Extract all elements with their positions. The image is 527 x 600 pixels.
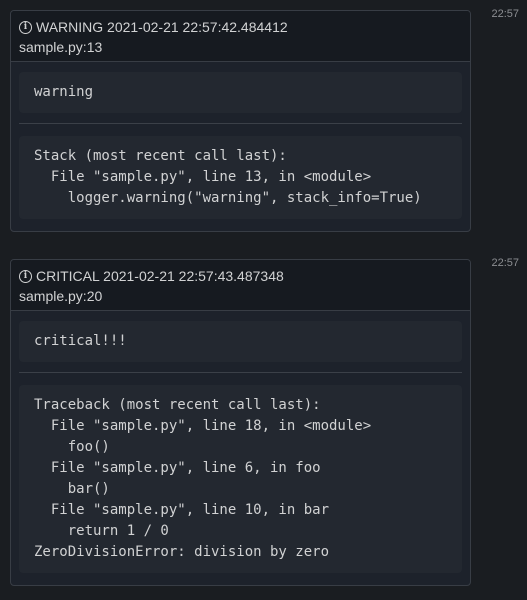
info-circle-icon: i <box>19 269 32 283</box>
stack-trace: Stack (most recent call last): File "sam… <box>19 136 462 219</box>
info-circle-icon: i <box>19 20 32 34</box>
message-timestamp: 22:57 <box>491 257 519 269</box>
divider <box>19 123 462 124</box>
log-level-title: CRITICAL 2021-02-21 22:57:43.487348 <box>36 268 284 284</box>
log-card-body: warning Stack (most recent call last): F… <box>11 62 470 231</box>
log-message: i CRITICAL 2021-02-21 22:57:43.487348 sa… <box>10 259 471 586</box>
log-card: i CRITICAL 2021-02-21 22:57:43.487348 sa… <box>10 259 471 586</box>
traceback: Traceback (most recent call last): File … <box>19 385 462 573</box>
log-source-location: sample.py:13 <box>19 39 103 55</box>
log-card-header: i CRITICAL 2021-02-21 22:57:43.487348 sa… <box>11 260 470 311</box>
message-timestamp: 22:57 <box>491 8 519 20</box>
log-message-text: critical!!! <box>19 321 462 362</box>
log-source-location: sample.py:20 <box>19 288 103 304</box>
log-card-header: i WARNING 2021-02-21 22:57:42.484412 sam… <box>11 11 470 62</box>
log-feed: 22:57 i WARNING 2021-02-21 22:57:42.4844… <box>0 0 527 600</box>
log-message: i WARNING 2021-02-21 22:57:42.484412 sam… <box>10 10 471 232</box>
log-message-text: warning <box>19 72 462 113</box>
log-level-title: WARNING 2021-02-21 22:57:42.484412 <box>36 19 288 35</box>
log-card: i WARNING 2021-02-21 22:57:42.484412 sam… <box>10 10 471 232</box>
log-card-body: critical!!! Traceback (most recent call … <box>11 311 470 585</box>
divider <box>19 372 462 373</box>
